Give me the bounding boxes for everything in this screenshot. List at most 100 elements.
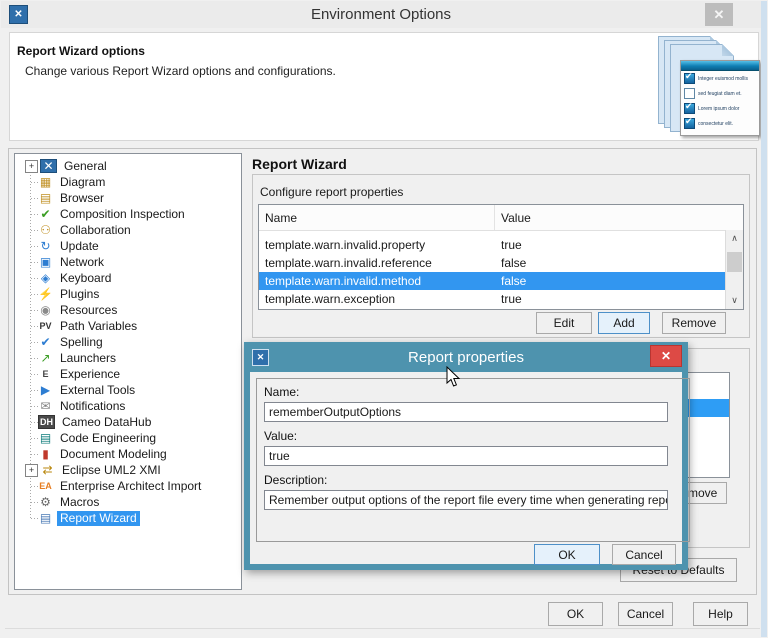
field-name: Name: <box>264 385 682 422</box>
tree-item-label[interactable]: Document Modeling <box>57 447 170 462</box>
tree-item-label[interactable]: Spelling <box>57 335 106 350</box>
tree-item-network[interactable]: ▣ Network <box>15 254 241 270</box>
tree-item-composition-inspection[interactable]: ✔ Composition Inspection <box>15 206 241 222</box>
field-value: Value: <box>264 429 682 466</box>
options-tree-panel: + ✕ General ▦ Diagram ▤ Browser ✔ Compos… <box>14 153 242 590</box>
tree-item-label[interactable]: Cameo DataHub <box>59 415 154 430</box>
properties-table: Name Value template.warn.invalid.propert… <box>258 204 744 310</box>
tree-item-label[interactable]: Diagram <box>57 175 108 190</box>
tree-item-label[interactable]: Notifications <box>57 399 128 414</box>
dialog-title: Report properties <box>250 349 682 366</box>
remove-button[interactable]: Remove <box>662 312 726 334</box>
tree-item-experience[interactable]: E Experience <box>15 366 241 382</box>
header-description: Change various Report Wizard options and… <box>25 64 336 78</box>
table-scrollbar[interactable]: ∧ ∨ <box>725 230 743 309</box>
checklist-card-header <box>681 61 759 71</box>
window-title: Environment Options <box>1 6 761 23</box>
footer-ok-button[interactable]: OK <box>548 602 603 626</box>
table-body: template.warn.invalid.property true temp… <box>259 230 726 309</box>
cell-name: template.warn.exception <box>259 292 494 306</box>
update-icon: ↻ <box>38 239 53 253</box>
tree-item-label[interactable]: Plugins <box>57 287 102 302</box>
tree-item-document-modeling[interactable]: ▮ Document Modeling <box>15 446 241 462</box>
checklist-item-label: consectetur elit. <box>698 121 733 127</box>
description-input[interactable] <box>264 490 668 510</box>
tree-item-label[interactable]: External Tools <box>57 383 138 398</box>
checkbox-icon <box>684 118 695 129</box>
path-variables-icon: PV <box>38 319 53 333</box>
tree-item-external-tools[interactable]: ▶ External Tools <box>15 382 241 398</box>
checkbox-icon <box>684 73 695 84</box>
scroll-down-icon[interactable]: ∨ <box>726 293 743 308</box>
edit-button[interactable]: Edit <box>536 312 592 334</box>
tree-item-label[interactable]: Macros <box>57 495 102 510</box>
tree-item-path-variables[interactable]: PV Path Variables <box>15 318 241 334</box>
scroll-thumb[interactable] <box>727 252 742 272</box>
checklist-item-label: Integer euismod mollis <box>698 76 748 82</box>
tree-item-diagram[interactable]: ▦ Diagram <box>15 174 241 190</box>
tree-item-label[interactable]: Network <box>57 255 107 270</box>
tree-item-label[interactable]: Enterprise Architect Import <box>57 479 204 494</box>
tree-item-launchers[interactable]: ↗ Launchers <box>15 350 241 366</box>
dialog-ok-button[interactable]: OK <box>534 544 600 565</box>
cell-value: true <box>494 292 726 306</box>
tree-item-notifications[interactable]: ✉ Notifications <box>15 398 241 414</box>
tree-item-label[interactable]: Report Wizard <box>57 511 140 526</box>
table-row-template-warn-invalid-property[interactable]: template.warn.invalid.property true <box>259 236 726 254</box>
report-properties-dialog: ✕ Report properties ✕ Name: Value: Descr… <box>244 342 688 570</box>
tree-item-label[interactable]: Browser <box>57 191 107 206</box>
table-row-template-warn-invalid-method[interactable]: template.warn.invalid.method false <box>259 272 726 290</box>
tree-item-label[interactable]: Experience <box>57 367 123 382</box>
tree-item-label[interactable]: Path Variables <box>57 319 140 334</box>
footer-help-button[interactable]: Help <box>693 602 748 626</box>
tree-item-macros[interactable]: ⚙ Macros <box>15 494 241 510</box>
tree-item-resources[interactable]: ◉ Resources <box>15 302 241 318</box>
tree-item-label[interactable]: Resources <box>57 303 120 318</box>
tree-item-plugins[interactable]: ⚡ Plugins <box>15 286 241 302</box>
tree-item-spelling[interactable]: ✔ Spelling <box>15 334 241 350</box>
tree-item-label[interactable]: Launchers <box>57 351 119 366</box>
tree-item-label[interactable]: Eclipse UML2 XMI <box>59 463 164 478</box>
cell-name: template.warn.invalid.reference <box>259 256 494 270</box>
tree-item-label[interactable]: Update <box>57 239 102 254</box>
table-row-template-warn-invalid-reference[interactable]: template.warn.invalid.reference false <box>259 254 726 272</box>
tree-item-enterprise-architect-import[interactable]: EA Enterprise Architect Import <box>15 478 241 494</box>
checklist-item: Lorem ipsum dolor <box>681 101 759 116</box>
footer-cancel-button[interactable]: Cancel <box>618 602 673 626</box>
tree-item-label[interactable]: Keyboard <box>57 271 114 286</box>
dialog-close-icon[interactable]: ✕ <box>650 345 682 367</box>
window-close-icon[interactable]: ✕ <box>705 3 733 26</box>
header-title: Report Wizard options <box>17 44 145 58</box>
column-header-name[interactable]: Name <box>259 205 494 230</box>
magicdraw-icon: ✕ <box>40 159 57 173</box>
tree-item-eclipse-uml2-xmi[interactable]: + ⇄ Eclipse UML2 XMI <box>15 462 241 478</box>
tree-item-report-wizard[interactable]: ▤ Report Wizard <box>15 510 241 526</box>
table-row-template-warn-exception[interactable]: template.warn.exception true <box>259 290 726 308</box>
tree-item-code-engineering[interactable]: ▤ Code Engineering <box>15 430 241 446</box>
tree-item-general[interactable]: + ✕ General <box>15 158 241 174</box>
cell-value: true <box>494 238 726 252</box>
tree-item-keyboard[interactable]: ◈ Keyboard <box>15 270 241 286</box>
tree-item-label[interactable]: Collaboration <box>57 223 134 238</box>
expand-plus-icon[interactable]: + <box>25 160 38 173</box>
tree-item-label[interactable]: General <box>61 159 110 174</box>
tree-item-browser[interactable]: ▤ Browser <box>15 190 241 206</box>
tree-item-update[interactable]: ↻ Update <box>15 238 241 254</box>
scroll-up-icon[interactable]: ∧ <box>726 231 743 246</box>
tree-item-label[interactable]: Composition Inspection <box>57 207 188 222</box>
tree-item-collaboration[interactable]: ⚇ Collaboration <box>15 222 241 238</box>
collaboration-icon: ⚇ <box>38 223 53 237</box>
code-engineering-icon: ▤ <box>38 431 53 445</box>
expand-plus-icon[interactable]: + <box>25 464 38 477</box>
report-wizard-icon: ▤ <box>38 511 53 525</box>
tree-item-label[interactable]: Code Engineering <box>57 431 159 446</box>
tree-item-cameo-datahub[interactable]: DH Cameo DataHub <box>15 414 241 430</box>
dialog-cancel-button[interactable]: Cancel <box>612 544 676 565</box>
column-header-value[interactable]: Value <box>494 205 743 230</box>
add-button[interactable]: Add <box>598 312 650 334</box>
name-input[interactable] <box>264 402 668 422</box>
value-input[interactable] <box>264 446 668 466</box>
composition-inspection-icon: ✔ <box>38 207 53 221</box>
spelling-icon: ✔ <box>38 335 53 349</box>
field-label: Name: <box>264 385 682 400</box>
